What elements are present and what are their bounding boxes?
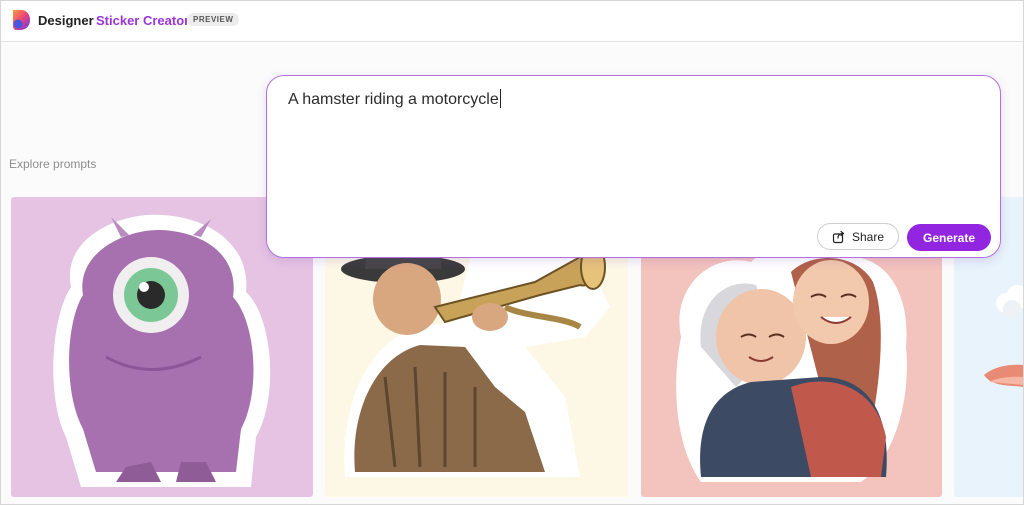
- prompt-input-text: A hamster riding a motorcycle: [288, 91, 499, 108]
- designer-logo-icon: [13, 10, 30, 30]
- share-icon: [832, 230, 845, 243]
- generate-button[interactable]: Generate: [907, 224, 991, 251]
- text-cursor: [499, 89, 501, 108]
- prompt-box[interactable]: A hamster riding a motorcycle Share Gene…: [266, 75, 1001, 258]
- explore-prompts-label: Explore prompts: [9, 157, 97, 171]
- share-button[interactable]: Share: [817, 223, 899, 250]
- product-name[interactable]: Sticker Creator: [96, 13, 189, 28]
- generate-button-label: Generate: [922, 230, 976, 245]
- preview-badge: PREVIEW: [187, 13, 240, 26]
- share-button-label: Share: [851, 229, 885, 244]
- top-bar: Designer Sticker Creator PREVIEW: [1, 1, 1023, 42]
- prompt-input[interactable]: A hamster riding a motorcycle: [288, 89, 501, 109]
- brand-name[interactable]: Designer: [38, 13, 94, 28]
- app-window: Designer Sticker Creator PREVIEW Explore…: [0, 0, 1024, 505]
